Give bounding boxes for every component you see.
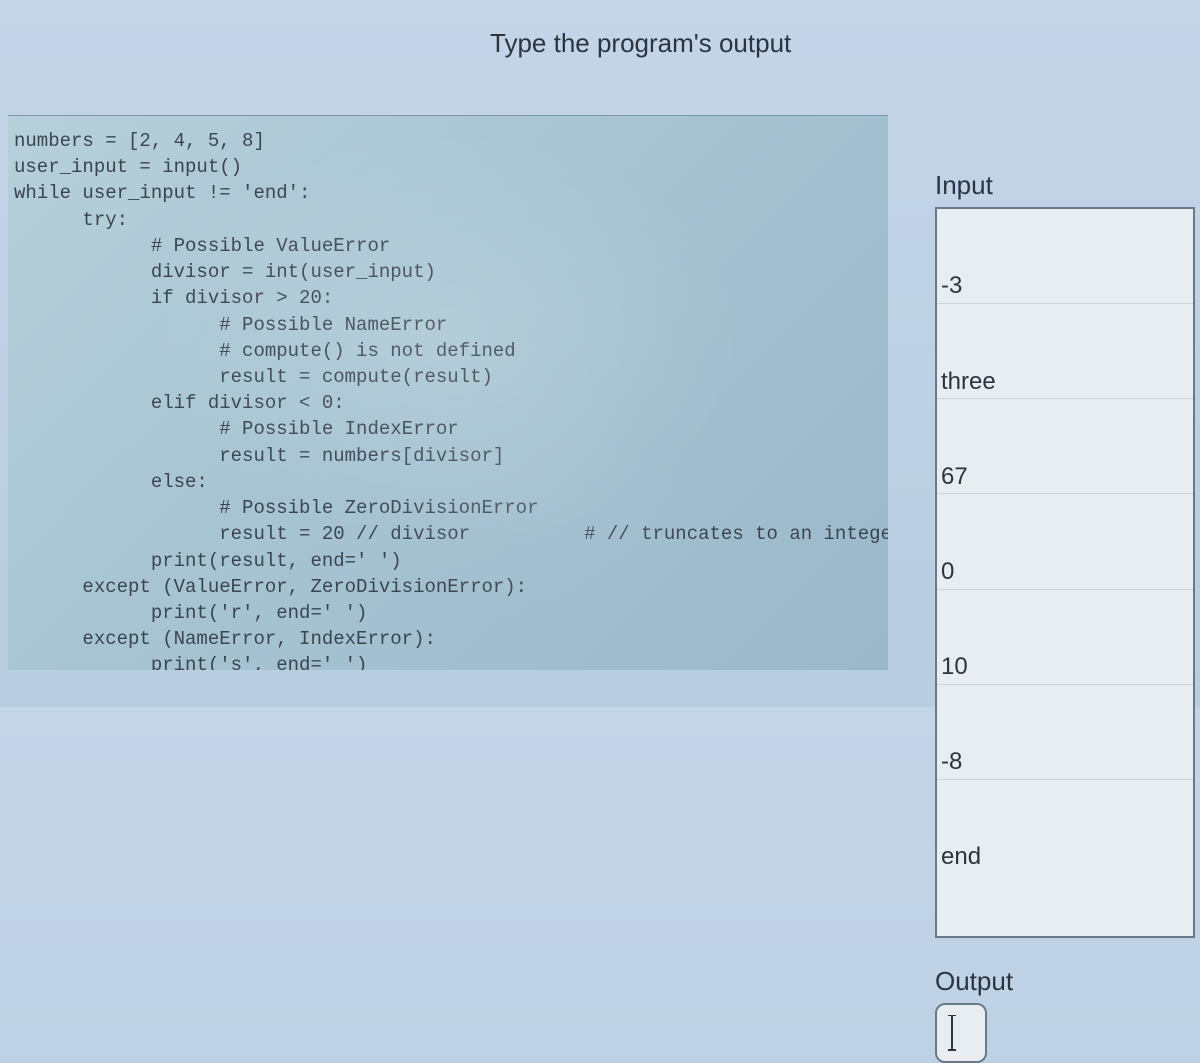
input-line: 67 (937, 461, 1193, 495)
input-line: end (937, 841, 1193, 874)
input-label: Input (935, 170, 1195, 201)
page-title: Type the program's output (490, 28, 791, 59)
input-line: three (937, 366, 1193, 400)
text-cursor-icon (951, 1015, 953, 1051)
input-line: -8 (937, 746, 1193, 780)
output-section: Output (935, 966, 1195, 1063)
output-input[interactable] (935, 1003, 987, 1063)
output-label: Output (935, 966, 1195, 997)
io-panel: Input -3 three 67 0 10 -8 end Output (935, 170, 1195, 1063)
input-line: 10 (937, 651, 1193, 685)
input-line: -3 (937, 270, 1193, 304)
input-box: -3 three 67 0 10 -8 end (935, 207, 1195, 938)
input-line: 0 (937, 556, 1193, 590)
code-panel: numbers = [2, 4, 5, 8] user_input = inpu… (8, 115, 888, 670)
